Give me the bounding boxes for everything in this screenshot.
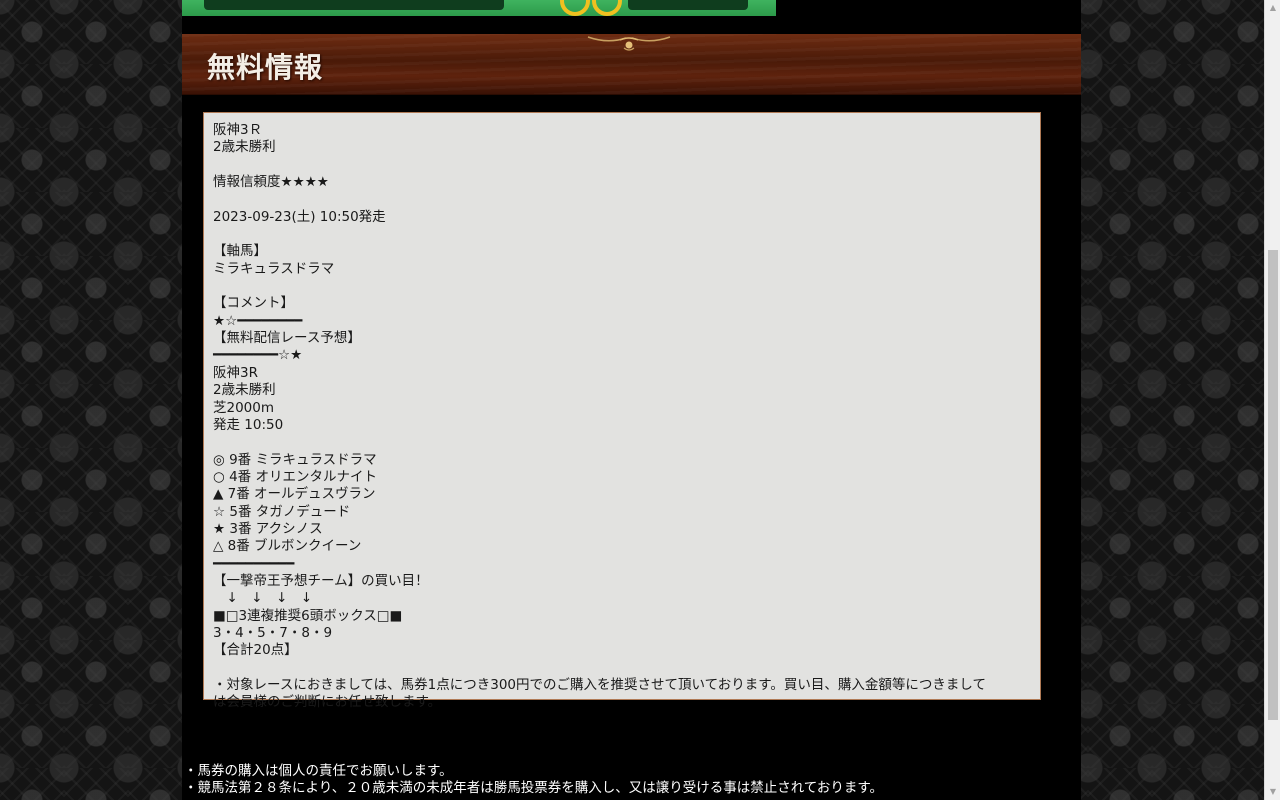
info-line: 2023-09-23(土) 10:50発走 <box>213 208 386 225</box>
footer-notes: ・馬券の購入は個人の責任でお願いします。 ・競馬法第２８条により、２０歳未満の未… <box>184 763 1079 797</box>
footer-note: ・競馬法第２８条により、２０歳未満の未成年者は勝馬投票券を購入し、又は譲り受ける… <box>184 780 884 796</box>
info-line: 【軸馬】 <box>213 243 267 260</box>
banner-text-shape <box>628 0 748 10</box>
vertical-scrollbar[interactable]: ▲ ▼ <box>1264 0 1280 800</box>
banner-number-graphic <box>560 0 590 16</box>
info-line: 情報信頼度★★★★ <box>213 174 329 191</box>
info-line: ○ 4番 オリエンタルナイト <box>213 468 377 485</box>
info-line: ↓ ↓ ↓ ↓ <box>213 590 313 607</box>
info-line: 発走 10:50 <box>213 416 284 433</box>
info-line: ◎ 9番 ミラキュラスドラマ <box>213 451 377 468</box>
banner-text-shape <box>204 0 504 10</box>
free-info-text: 阪神3Ｒ 2歳未勝利 情報信頼度★★★★ 2023-09-23(土) 10:50… <box>213 122 1031 712</box>
footer-note: ・馬券の購入は個人の責任でお願いします。 <box>184 763 453 779</box>
info-line: ミラキュラスドラマ <box>213 260 335 277</box>
info-line: ━━━━━━━━━━ <box>213 555 295 572</box>
info-line: ・対象レースにおきましては、馬券1点につき300円でのご購入を推奨させて頂いてお… <box>213 677 986 693</box>
info-line: は会員様のご判断にお任せ致します。 <box>213 694 442 711</box>
info-line: ★☆━━━━━━━━ <box>213 312 303 329</box>
info-line: ★ 3番 アクシノス <box>213 520 323 537</box>
info-line: 【無料配信レース予想】 <box>213 330 361 347</box>
info-line: 【合計20点】 <box>213 642 298 659</box>
scroll-up-icon[interactable]: ▲ <box>1265 0 1280 16</box>
main-column: 無料情報 阪神3Ｒ 2歳未勝利 情報信頼度★★★★ 2023-09-23(土) … <box>182 0 1081 800</box>
info-line: ━━━━━━━━☆★ <box>213 347 303 364</box>
scroll-down-icon[interactable]: ▼ <box>1265 784 1280 800</box>
info-line: 2歳未勝利 <box>213 382 276 399</box>
info-line: ■□3連複推奨6頭ボックス□■ <box>213 607 403 624</box>
section-title: 無料情報 <box>207 51 324 84</box>
info-line: △ 8番 ブルボンクイーン <box>213 538 362 555</box>
info-line: 芝2000m <box>213 399 275 416</box>
info-line: 2歳未勝利 <box>213 139 276 156</box>
top-banner[interactable] <box>182 0 776 16</box>
banner-number-graphic <box>592 0 622 16</box>
info-line: 【コメント】 <box>213 295 294 312</box>
info-line: ☆ 5番 タガノデュード <box>213 503 351 520</box>
scrollbar-thumb[interactable] <box>1268 250 1278 720</box>
info-line: 阪神3R <box>213 364 258 381</box>
section-header: 無料情報 <box>182 34 1081 95</box>
info-line: 【一撃帝王予想チーム】の買い目！ <box>213 572 429 589</box>
info-line: ▲ 7番 オールデュスヴラン <box>213 486 376 503</box>
free-info-box: 阪神3Ｒ 2歳未勝利 情報信頼度★★★★ 2023-09-23(土) 10:50… <box>203 112 1041 710</box>
ornament-icon <box>587 36 671 51</box>
info-line: 阪神3Ｒ <box>213 122 263 138</box>
info-line: 3・4・5・7・8・9 <box>213 624 333 641</box>
